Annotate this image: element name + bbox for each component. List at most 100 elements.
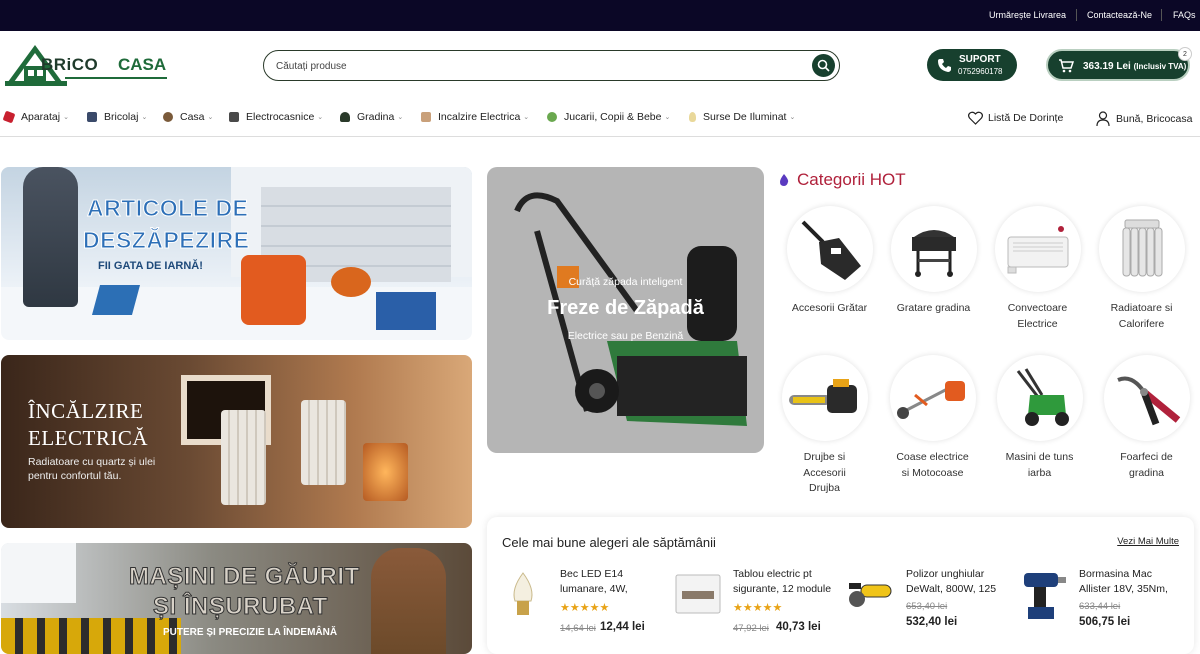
logo-text-brico: BRiCO <box>41 55 99 74</box>
banner-title: MAȘINI DE GĂURIT <box>129 563 360 591</box>
best-picks-section: Cele mai bune alegeri ale săptămânii Vez… <box>487 517 1194 654</box>
banner-drills[interactable]: MAȘINI DE GĂURIT ȘI ÎNȘURUBAT PUTERE ȘI … <box>1 543 472 654</box>
see-more-link[interactable]: Vezi Mai Multe <box>1117 536 1179 547</box>
old-price: 633,44 lei <box>1079 601 1121 612</box>
product-card[interactable]: Polizor unghiular DeWalt, 800W, 125 653,4… <box>833 567 1003 647</box>
hot-category-label: Convectoare <box>1007 302 1068 314</box>
nav-item-electrocasnice[interactable]: Electrocasnice ⌄ <box>229 111 323 123</box>
nav-item-casa[interactable]: Casa ⌄ <box>163 111 213 123</box>
cart-button[interactable]: 363.19 Lei (Inclusiv TVA) 2 <box>1046 47 1192 81</box>
aparataj-icon <box>2 110 16 124</box>
nav-item-bricolaj[interactable]: Bricolaj ⌄ <box>87 111 147 123</box>
top-bar: Urmărește Livrarea Contactează-Ne FAQs <box>0 0 1200 31</box>
nav-item-aparataj[interactable]: Aparataj ⌄ <box>2 110 69 124</box>
cart-count-badge: 2 <box>1178 47 1192 61</box>
current-price: 12,44 lei <box>600 621 645 633</box>
rating-stars: ★★★★★ <box>733 602 783 614</box>
old-price: 14,64 lei <box>560 623 596 634</box>
nav-item-incalzire[interactable]: Incalzire Electrica ⌄ <box>421 111 529 123</box>
snowblower-image <box>241 255 306 325</box>
banner-snow-removal[interactable]: ARTICOLE DE DESZĂPEZIRE FII GATA DE IARN… <box>1 167 472 340</box>
product-card[interactable]: Bec LED E14 lumanare, 4W, ★★★★★ 14,64 lei… <box>487 567 657 647</box>
banner-snow-throwers[interactable]: Curăță zăpada inteligent Freze de Zăpadă… <box>487 167 764 453</box>
hot-category-pruning-shears[interactable]: Foarfeci de gradina <box>1094 355 1199 481</box>
divider <box>1161 9 1162 21</box>
support-phone: 0752960178 <box>958 67 1003 76</box>
hot-category-lawnmowers[interactable]: Masini de tuns iarba <box>987 355 1092 481</box>
track-order-link[interactable]: Urmărește Livrarea <box>989 10 1066 20</box>
nav-item-gradina[interactable]: Gradina ⌄ <box>340 111 403 123</box>
hot-category-label: Masini de tuns <box>1005 451 1074 463</box>
convector-icon <box>994 206 1081 292</box>
product-card[interactable]: Bormasina Mac Allister 18V, 35Nm, 633,44 … <box>1006 567 1176 647</box>
cart-tax-note: (Inclusiv TVA) <box>1133 62 1187 71</box>
cordless-drill-image <box>1024 573 1066 619</box>
user-icon <box>1096 111 1110 126</box>
hot-category-chainsaws[interactable]: Drujbe si Accesorii Drujba <box>772 355 877 497</box>
nav-item-jucarii[interactable]: Jucarii, Copii & Bebe ⌄ <box>547 111 670 123</box>
chevron-down-icon: ⌄ <box>207 114 214 121</box>
toys-icon <box>547 112 557 122</box>
hot-category-grill-accessories[interactable]: Accesorii Grătar <box>777 206 882 317</box>
shovel-image <box>91 285 141 315</box>
quartz-heater-image <box>363 443 408 501</box>
lawnmower-icon <box>996 355 1083 441</box>
hot-category-label: si Motocoase <box>901 466 964 479</box>
chainsaw-icon <box>781 355 868 441</box>
hot-category-label: Gratare gradina <box>896 302 971 314</box>
section-title: Cele mai bune alegeri ale săptămânii <box>502 535 716 550</box>
contact-link[interactable]: Contactează-Ne <box>1087 10 1152 20</box>
banner-subtitle: Electrice sau pe Benzină <box>567 330 684 342</box>
drills-row-image <box>1 618 181 654</box>
search-input[interactable] <box>276 56 796 76</box>
site-logo[interactable]: BRiCO CASA <box>5 44 170 88</box>
banner-electric-heating[interactable]: ÎNCĂLZIRE ELECTRICĂ Radiatoare cu quartz… <box>1 355 472 528</box>
support-button[interactable]: SUPORT 0752960178 <box>927 49 1017 81</box>
product-card[interactable]: Tablou electric pt sigurante, 12 module ★… <box>660 567 831 647</box>
banner-title: ELECTRICĂ <box>28 426 148 450</box>
hot-categories-title: Categorii HOT <box>797 170 906 189</box>
angle-grinder-image <box>849 583 892 607</box>
support-title: SUPORT <box>959 54 1001 65</box>
nav-item-iluminat[interactable]: Surse De Iluminat ⌄ <box>689 111 795 123</box>
pruning-shears-icon <box>1103 355 1190 441</box>
product-name: Polizor unghiular DeWalt, 800W, 125 <box>906 568 997 595</box>
rating-stars: ★★★★★ <box>560 602 610 614</box>
electric-panel-image <box>675 574 721 614</box>
heart-icon <box>968 111 983 125</box>
logo-text-casa: CASA <box>118 55 167 74</box>
hot-category-convectors[interactable]: Convectoare Electrice <box>985 206 1090 332</box>
hot-category-label: Coase electrice <box>896 451 969 463</box>
hot-category-trimmers[interactable]: Coase electrice si Motocoase <box>880 355 985 481</box>
hot-category-label: iarba <box>1027 466 1052 479</box>
current-price: 40,73 lei <box>776 621 821 633</box>
radiator-image <box>301 400 346 485</box>
hot-category-label: Accesorii <box>803 466 846 479</box>
banner-tagline: Curăță zăpada inteligent <box>568 276 683 288</box>
gradina-icon <box>340 112 350 122</box>
chevron-down-icon: ⌄ <box>317 114 324 121</box>
hot-category-grills[interactable]: Gratare gradina <box>881 206 986 317</box>
phone-icon <box>938 59 951 72</box>
bulb-icon <box>689 112 696 122</box>
faqs-link[interactable]: FAQs <box>1173 10 1196 20</box>
hot-category-label: Accesorii Grătar <box>791 302 868 314</box>
hot-category-radiators[interactable]: Radiatoare si Calorifere <box>1089 206 1194 332</box>
hot-category-label: Drujbe si <box>803 451 846 463</box>
flame-icon <box>780 174 789 186</box>
account-link[interactable]: Bună, Bricocasa <box>1096 111 1192 126</box>
product-name: Bec LED E14 lumanare, 4W, <box>560 568 628 595</box>
hot-category-label: Calorifere <box>1118 317 1165 330</box>
chevron-down-icon: ⌄ <box>141 114 148 121</box>
banner-subtitle: pentru confortul tău. <box>28 470 122 482</box>
led-bulb-image <box>513 572 533 615</box>
search-bar <box>263 50 840 81</box>
hot-category-label: Electrice <box>1017 317 1058 330</box>
product-name: Tablou electric pt sigurante, 12 module <box>733 568 832 595</box>
hot-category-label: Drujba <box>809 482 840 494</box>
search-button[interactable] <box>812 54 835 77</box>
cart-total: 363.19 Lei (Inclusiv TVA) <box>1083 61 1187 72</box>
search-icon <box>817 59 830 72</box>
wishlist-link[interactable]: Listă De Dorințe <box>968 111 1063 125</box>
snow-shovels-image <box>376 292 436 330</box>
